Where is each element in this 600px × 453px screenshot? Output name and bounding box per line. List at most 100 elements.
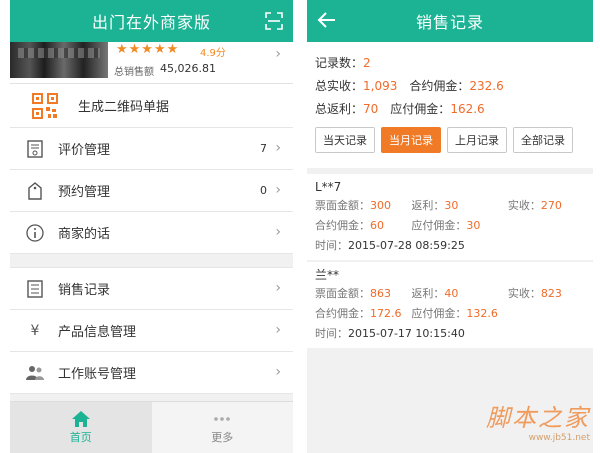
payable-cell: 应付佣金：132.6 [411,304,585,324]
menu-item-work-accounts[interactable]: 工作账号管理 › [10,352,293,394]
ticket-value: 300 [370,199,391,212]
time-value: 2015-07-28 08:59:25 [348,239,465,252]
chevron-right-icon: › [275,182,281,198]
rebate-label: 返利： [411,287,445,300]
yen-icon: ¥ [30,322,40,339]
ticket-label: 票面金额： [315,199,370,212]
sales-summary: 记录数：2 总实收：1,093 合约佣金：232.6 总返利：70 应付佣金：162… [307,42,593,168]
rebate-cell: 返利：30 [411,196,507,216]
filter-today-button[interactable]: 当天记录 [315,127,375,153]
received-label: 实收： [507,287,541,300]
commission-value: 232.6 [469,79,504,93]
payable-value: 132.6 [466,307,498,320]
received-label: 实收： [507,199,541,212]
time-value: 2015-07-17 10:15:40 [348,327,465,340]
home-screen: 出门在外商家版 ★★★★★ 4.9分 总销售额 45,026.81 › 生成二维… [10,0,293,453]
filter-last-month-button[interactable]: 上月记录 [447,127,507,153]
menu-item-label: 预约管理 [58,185,111,200]
more-icon [214,416,231,421]
record-commission-row: 合约佣金：172.6 应付佣金：132.6 [315,304,585,324]
menu-item-sales-records[interactable]: 销售记录 › [10,268,293,310]
menu-item-label: 评价管理 [58,143,111,158]
received-cell: 实收：270 [508,196,585,216]
menu-item-review[interactable]: 评价管理 7 › [10,128,293,170]
tab-label: 更多 [211,430,234,444]
commission-label: 合约佣金： [315,307,370,320]
home-icon [71,410,90,427]
rebate-cell: 返利：40 [411,284,507,304]
menu-item-label: 销售记录 [58,283,111,298]
received-value: 270 [540,199,562,212]
payable-label: 应付佣金： [390,102,451,116]
scan-icon[interactable] [265,12,283,30]
rebate-value: 30 [444,199,459,212]
menu-item-label: 产品信息管理 [58,325,137,340]
menu-item-generate-qr[interactable]: 生成二维码单据 [10,84,293,128]
ticket-cell: 票面金额：863 [315,284,411,304]
count-value: 2 [363,56,371,70]
time-label: 时间： [315,327,348,340]
tab-home[interactable]: 首页 [10,402,152,453]
payable-cell: 应付佣金：30 [411,216,585,236]
menu-group-manage: 销售记录 › ¥ 产品信息管理 › 工作账号管理 › [10,268,293,394]
menu-item-label: 工作账号管理 [58,367,137,382]
rebate-label: 总返利： [315,102,364,116]
commission-label: 合约佣金： [409,79,470,93]
count-label: 记录数： [315,56,364,70]
menu-divider [10,254,293,268]
summary-rebate-line: 总返利：70 应付佣金：162.6 [315,98,585,121]
list-item[interactable]: L**7 票面金额：300 返利：30 实收：270 合约佣金：60 应付佣金：… [307,174,593,260]
tab-label: 首页 [69,430,92,444]
menu-item-product-info[interactable]: ¥ 产品信息管理 › [10,310,293,352]
payable-label: 应付佣金： [411,307,467,320]
record-filter-group: 当天记录 当月记录 上月记录 全部记录 [315,127,585,153]
shop-photo [10,42,108,78]
menu-item-booking[interactable]: 预约管理 0 › [10,170,293,212]
list-item[interactable]: 兰** 票面金额：863 返利：40 实收：823 合约佣金：172.6 应付佣… [307,262,593,348]
record-customer-name: L**7 [315,180,342,194]
payable-label: 应付佣金： [411,219,467,232]
site-watermark: 脚本之家 www.jb51.net [486,398,590,443]
record-amount-row: 票面金额：300 返利：30 实收：270 [315,196,585,216]
ticket-value: 863 [370,287,391,300]
chevron-right-icon: › [275,322,281,338]
bottom-tab-bar: 首页 更多 [10,401,293,453]
filter-this-month-button[interactable]: 当月记录 [381,127,441,153]
review-icon [26,139,44,158]
rebate-value: 40 [444,287,459,300]
total-label: 总实收： [315,79,364,93]
booking-icon [26,181,44,200]
record-customer-name: 兰** [315,268,340,282]
rebate-label: 返利： [411,199,445,212]
summary-count-line: 记录数：2 [315,52,585,75]
home-topbar: 出门在外商家版 [10,0,293,42]
watermark-title: 脚本之家 [486,404,590,432]
page-title: 销售记录 [415,13,484,32]
rebate-value: 70 [363,102,379,116]
chevron-right-icon: › [275,280,281,296]
total-sales-label: 总销售额 [114,67,154,78]
menu-group-main: 生成二维码单据 评价管理 7 › 预约管理 0 › 商家的话 › [10,84,293,254]
total-sales-value: 45,026.81 [160,62,216,75]
received-cell: 实收：823 [508,284,585,304]
sales-records-screen: 销售记录 记录数：2 总实收：1,093 合约佣金：232.6 总返利：70 应付佣… [307,0,593,453]
chevron-right-icon: › [275,224,281,240]
menu-item-label: 商家的话 [58,227,111,242]
shop-summary[interactable]: ★★★★★ 4.9分 总销售额 45,026.81 › [10,42,293,84]
commission-cell: 合约佣金：172.6 [315,304,411,324]
commission-label: 合约佣金： [315,219,370,232]
record-list: L**7 票面金额：300 返利：30 实收：270 合约佣金：60 应付佣金：… [307,174,593,348]
record-time: 时间：2015-07-28 08:59:25 [315,236,585,256]
commission-value: 60 [370,219,384,232]
payable-value: 162.6 [450,102,485,116]
ticket-label: 票面金额： [315,287,370,300]
commission-value: 172.6 [370,307,402,320]
record-time: 时间：2015-07-17 10:15:40 [315,324,585,344]
booking-count-badge: 0 [260,184,267,197]
app-title: 出门在外商家版 [91,13,211,32]
tab-more[interactable]: 更多 [152,402,294,453]
commission-cell: 合约佣金：60 [315,216,411,236]
menu-item-merchant-words[interactable]: 商家的话 › [10,212,293,254]
back-arrow-icon[interactable] [317,10,337,30]
filter-all-button[interactable]: 全部记录 [513,127,573,153]
